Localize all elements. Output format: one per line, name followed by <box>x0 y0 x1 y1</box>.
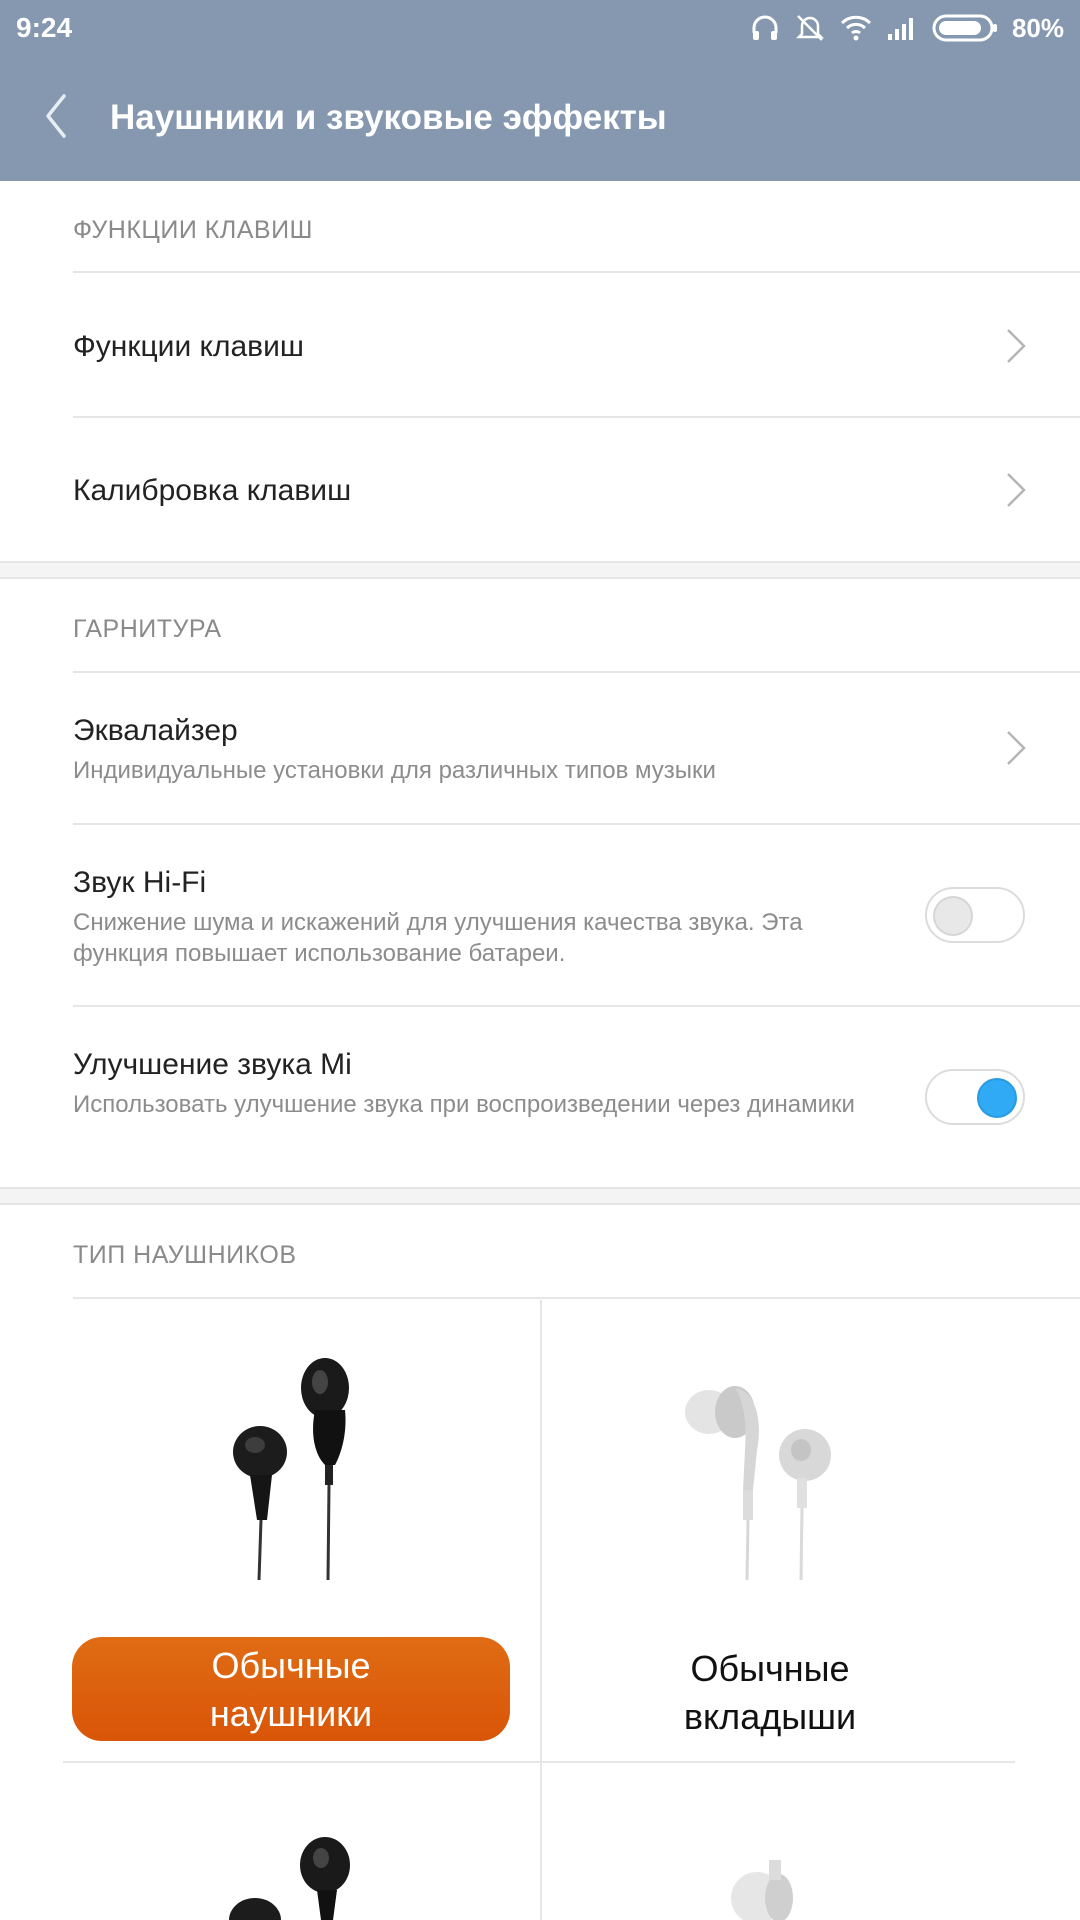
divider <box>73 416 1080 418</box>
battery-icon <box>932 14 997 42</box>
page-title: Наушники и звуковые эффекты <box>110 98 667 137</box>
divider <box>73 671 1080 673</box>
back-arrow-icon[interactable] <box>30 88 86 144</box>
black-earphones-image <box>233 1358 349 1581</box>
mi-sound-label: Улучшение звука Mi <box>73 1048 352 1081</box>
option-label-line1: Обычные <box>211 1645 371 1686</box>
section-heading-keys: ФУНКЦИИ КЛАВИШ <box>73 216 313 244</box>
key-functions-label: Функции клавиш <box>73 330 304 363</box>
header: Наушники и звуковые эффекты <box>0 56 1080 181</box>
mute-icon <box>795 15 824 41</box>
section-separator <box>0 561 1080 579</box>
mi-sound-toggle[interactable] <box>925 1069 1025 1125</box>
grid-divider-horizontal <box>63 1761 1015 1763</box>
divider <box>73 1005 1080 1007</box>
section-heading-headset: ГАРНИТУРА <box>73 615 222 643</box>
signal-icon <box>887 18 913 40</box>
option-label-line2: наушники <box>209 1693 373 1734</box>
hifi-toggle[interactable] <box>925 887 1025 943</box>
chevron-right-icon <box>1007 329 1026 363</box>
wifi-icon <box>840 15 872 41</box>
section-heading-headphone-type: ТИП НАУШНИКОВ <box>73 1241 297 1269</box>
headphone-option-regular[interactable]: Обычные наушники <box>60 1340 530 1741</box>
battery-percent: 80% <box>1011 12 1064 43</box>
hifi-description: Снижение шума и искажений для улучшения … <box>73 909 803 967</box>
equalizer-label: Эквалайзер <box>73 714 238 747</box>
top-bar: 9:24 80% Наушники и звуковые эффекты <box>0 0 1080 181</box>
status-time: 9:24 <box>16 12 73 43</box>
black-earphones-image <box>229 1837 350 1920</box>
white-earphones-image <box>685 1386 831 1581</box>
toggle-knob <box>933 896 973 936</box>
divider <box>73 823 1080 825</box>
option-label-line1: Обычные <box>690 1648 850 1689</box>
chevron-right-icon <box>1007 731 1026 765</box>
hifi-label: Звук Hi-Fi <box>73 866 207 899</box>
section-separator <box>0 1187 1080 1205</box>
key-calibration-label: Калибровка клавиш <box>73 474 352 507</box>
divider <box>73 1297 1080 1299</box>
headphone-option-in-ear[interactable] <box>542 1340 1012 1590</box>
headphone-option-partial-white[interactable] <box>542 1820 1012 1920</box>
divider <box>73 271 1080 273</box>
white-earphones-image <box>731 1860 793 1920</box>
option-label-line2: вкладыши <box>683 1696 857 1737</box>
equalizer-description: Индивидуальные установки для различных т… <box>73 757 716 784</box>
regular-headphones-selected-label: Обычные наушники <box>72 1637 510 1741</box>
mi-sound-description: Использовать улучшение звука при воспрои… <box>73 1091 855 1118</box>
toggle-knob <box>977 1078 1017 1118</box>
in-ear-headphones-label: Обычные вкладыши <box>580 1645 960 1741</box>
status-bar: 9:24 80% <box>0 0 1080 56</box>
headphone-option-partial-black[interactable] <box>60 1820 530 1920</box>
headset-icon <box>752 15 778 40</box>
chevron-right-icon <box>1007 473 1026 507</box>
status-icons: 80% <box>750 12 1064 44</box>
